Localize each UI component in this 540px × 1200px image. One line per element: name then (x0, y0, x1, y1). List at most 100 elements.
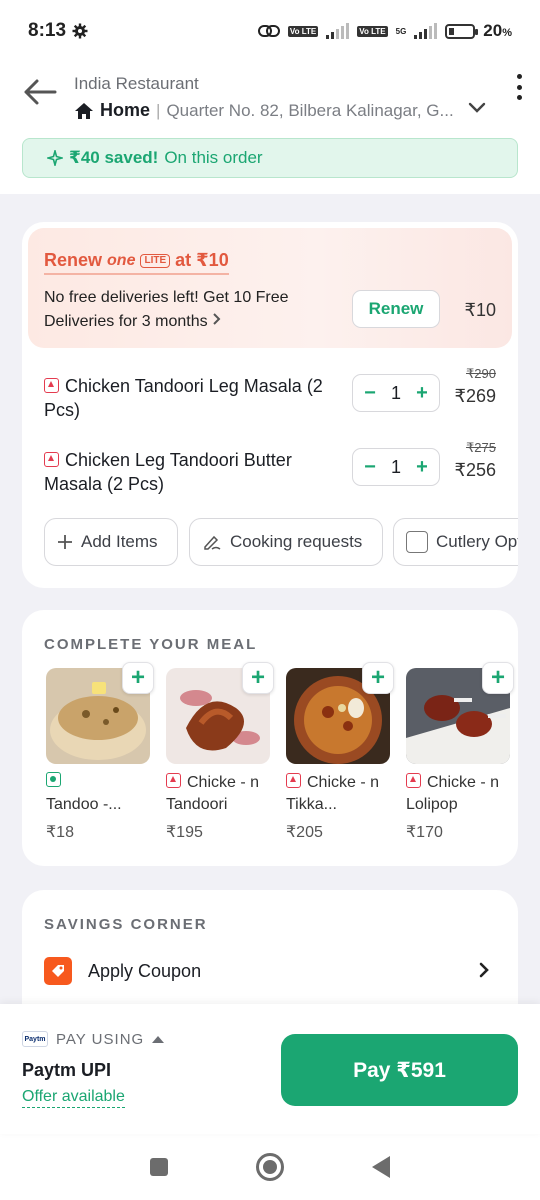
veg-icon (46, 772, 61, 787)
original-price: ₹275 (466, 440, 496, 455)
meal-name: Chicke - n Tandoori (166, 773, 260, 813)
arrow-left-icon (24, 79, 57, 105)
meal-price: ₹18 (46, 824, 74, 841)
pen-icon (204, 535, 221, 550)
settings-gear-icon (72, 23, 88, 39)
meal-suggestion[interactable]: + Chicke - n Tandoori ₹195 (166, 662, 274, 842)
pay-using-label: PAY USING (56, 1031, 145, 1048)
more-options-button[interactable] (512, 72, 526, 102)
address-label: Home (100, 100, 151, 120)
renew-price: ₹10 (464, 300, 496, 320)
quantity-stepper: − 1 + (352, 374, 440, 412)
back-nav-button[interactable] (372, 1156, 390, 1178)
apply-coupon-label: Apply Coupon (88, 960, 202, 981)
status-time: 8:13 (28, 20, 67, 41)
meal-price: ₹170 (406, 824, 443, 841)
meal-name: Chicke - n Tikka... (286, 773, 380, 813)
lite-badge: LITE (140, 253, 171, 268)
non-veg-icon (286, 773, 301, 788)
meal-suggestion[interactable]: + Tandoo -... ₹18 (46, 662, 154, 842)
add-meal-button[interactable]: + (122, 662, 154, 694)
network-5g-label: 5G (395, 26, 407, 36)
battery-icon (445, 23, 479, 39)
header: India Restaurant Home | Quarter No. 82, … (0, 62, 540, 132)
add-items-label: Add Items (81, 532, 158, 551)
signal-icon-2 (414, 23, 438, 39)
renew-membership-box: Renew one LITE at ₹10 No free deliveries… (28, 228, 512, 348)
one-logo: one (107, 251, 136, 269)
cart-card: Renew one LITE at ₹10 No free deliveries… (22, 222, 518, 588)
pay-button[interactable]: Pay ₹591 (281, 1034, 518, 1106)
quantity-value: 1 (390, 456, 401, 477)
apply-coupon-row[interactable]: Apply Coupon (44, 956, 496, 986)
status-right: Vo LTE Vo LTE 5G 20% (257, 21, 512, 41)
address-text: Quarter No. 82, Bilbera Kalinagar, G... (166, 100, 454, 120)
chevron-right-icon (479, 962, 489, 978)
restaurant-name: India Restaurant (74, 74, 199, 93)
cutlery-opt-chip[interactable]: Cutlery Opt (393, 518, 518, 566)
home-button[interactable] (256, 1153, 284, 1181)
complete-meal-card: COMPLETE YOUR MEAL + Tandoo -... ₹18 + C… (22, 610, 518, 866)
renew-description[interactable]: No free deliveries left! Get 10 Free Del… (44, 286, 334, 334)
cooking-requests-label: Cooking requests (230, 532, 363, 551)
decrement-button[interactable]: − (363, 382, 377, 405)
decrement-button[interactable]: − (363, 456, 377, 479)
savings-text: On this order (164, 148, 263, 167)
increment-button[interactable]: + (415, 456, 429, 479)
cooking-requests-chip[interactable]: Cooking requests (189, 518, 383, 566)
pay-bar: Paytm PAY USING Paytm UPI Offer availabl… (0, 1004, 540, 1134)
section-title: SAVINGS CORNER (44, 916, 208, 933)
signal-icon (326, 23, 350, 39)
coupon-tag-icon (44, 957, 72, 985)
non-veg-icon (406, 773, 421, 788)
item-price: ₹256 (454, 460, 496, 480)
cart-item-name: Chicken Tandoori Leg Masala (2 Pcs) (44, 376, 323, 420)
cutlery-label: Cutlery Opt (436, 532, 518, 551)
meal-name: Tandoo -... (46, 772, 150, 816)
add-items-chip[interactable]: Add Items (44, 518, 178, 566)
meal-suggestion[interactable]: + Chicke - n Lolipop ₹170 (406, 662, 514, 842)
add-meal-button[interactable]: + (362, 662, 394, 694)
meal-price: ₹205 (286, 824, 323, 841)
renew-description-text: No free deliveries left! Get 10 Free Del… (44, 289, 289, 330)
add-meal-button[interactable]: + (242, 662, 274, 694)
meal-name: Chicke - n Lolipop (406, 773, 500, 813)
offer-available-link[interactable]: Offer available (22, 1088, 125, 1108)
caret-up-icon (152, 1036, 165, 1043)
pay-using-selector[interactable]: PAY USING (56, 1031, 165, 1048)
original-price: ₹290 (466, 366, 496, 381)
back-button[interactable] (20, 72, 60, 112)
quantity-stepper: − 1 + (352, 448, 440, 486)
address-selector[interactable]: Home | Quarter No. 82, Bilbera Kalinagar… (74, 100, 494, 121)
chevron-right-icon (213, 313, 221, 325)
non-veg-icon (44, 452, 59, 467)
increment-button[interactable]: + (415, 382, 429, 405)
section-title: COMPLETE YOUR MEAL (44, 636, 258, 653)
volte-tag-2: Vo LTE (357, 25, 388, 37)
cutlery-checkbox[interactable] (406, 531, 428, 553)
quantity-value: 1 (390, 382, 401, 403)
action-chips: Add Items Cooking requests Cutlery Opt (44, 518, 518, 566)
status-bar: 8:13 Vo LTE Vo LTE 5G 20% (0, 0, 540, 62)
add-meal-button[interactable]: + (482, 662, 514, 694)
status-left: 8:13 (28, 20, 88, 42)
plus-icon (58, 535, 72, 549)
address-separator: | (156, 100, 161, 120)
renew-title-prefix: Renew (44, 250, 103, 270)
chevron-down-icon[interactable] (468, 102, 486, 114)
recents-button[interactable] (150, 1158, 168, 1176)
renew-title: Renew one LITE at ₹10 (44, 250, 229, 275)
cart-item-name: Chicken Leg Tandoori Butter Masala (2 Pc… (44, 450, 292, 494)
meal-suggestion[interactable]: + Chicke - n Tikka... ₹205 (286, 662, 394, 842)
payment-method: Paytm UPI (22, 1060, 112, 1080)
savings-banner: ₹40 saved! On this order (22, 138, 518, 178)
item-price: ₹269 (454, 386, 496, 406)
system-nav-bar (0, 1134, 540, 1200)
battery-level: 20% (483, 21, 512, 40)
savings-amount: ₹40 saved! (69, 148, 159, 167)
home-icon (75, 102, 93, 119)
link-icon (257, 25, 280, 37)
renew-button[interactable]: Renew (352, 290, 440, 328)
volte-tag: Vo LTE (287, 25, 319, 37)
renew-title-suffix: at ₹10 (175, 250, 229, 270)
